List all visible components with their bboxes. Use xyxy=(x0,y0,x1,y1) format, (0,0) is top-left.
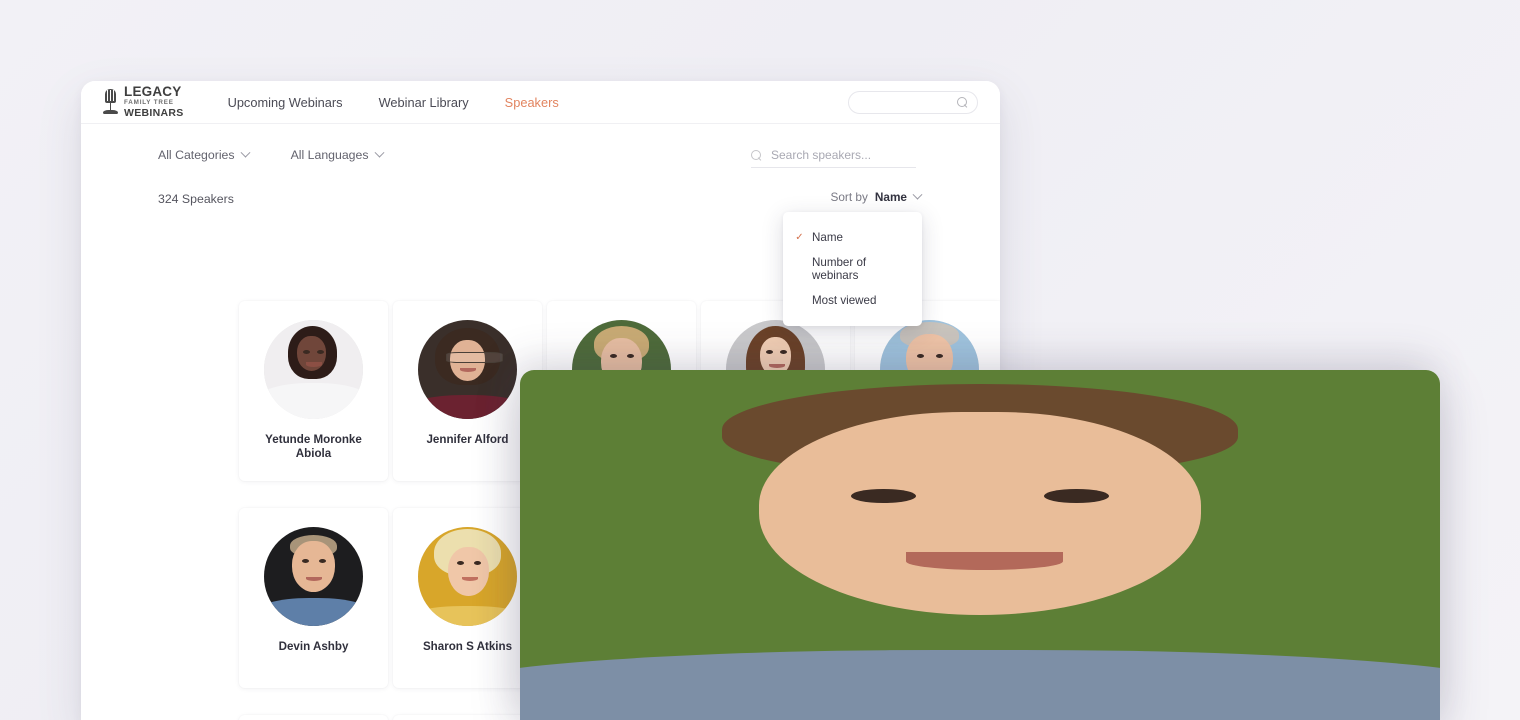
filter-all-categories-label: All Categories xyxy=(158,148,235,162)
brand-line-3: WEBINARS xyxy=(124,107,184,120)
sort-option-name-label: Name xyxy=(812,231,843,244)
nav-links: Upcoming Webinars Webinar Library Speake… xyxy=(228,95,559,110)
sort-by-label: Sort by xyxy=(830,190,868,204)
results-summary-row: 324 Speakers Sort by Name xyxy=(81,162,1000,206)
sort-option-name[interactable]: ✓ Name xyxy=(783,225,922,250)
filter-all-languages[interactable]: All Languages xyxy=(290,147,384,162)
brand-line-2: FAMILY TREE xyxy=(124,99,174,107)
global-search-input[interactable] xyxy=(848,90,978,114)
top-navbar: LEGACY FAMILY TREE WEBINARS Upcoming Web… xyxy=(81,81,1000,124)
chevron-down-icon xyxy=(240,147,251,158)
check-icon: ✓ xyxy=(795,231,804,243)
sort-option-number-of-webinars-label: Number of webinars xyxy=(812,256,867,282)
avatar xyxy=(418,320,517,419)
sort-option-number-of-webinars[interactable]: Number of webinars xyxy=(783,250,922,288)
nav-link-speakers[interactable]: Speakers xyxy=(505,95,559,110)
speaker-card[interactable]: Devin Ashby xyxy=(239,508,388,688)
speaker-card[interactable]: Yetunde Moronke Abiola xyxy=(239,301,388,481)
speaker-search-input[interactable] xyxy=(771,148,916,162)
speaker-card-name: Sharon S Atkins xyxy=(422,640,513,653)
speaker-avatar xyxy=(520,370,1440,720)
filter-all-languages-label: All Languages xyxy=(290,148,369,162)
avatar xyxy=(264,320,363,419)
microphone-icon xyxy=(103,88,118,115)
speaker-card-name: Yetunde Moronke Abiola xyxy=(265,433,362,460)
screen: LEGACY FAMILY TREE WEBINARS Upcoming Web… xyxy=(0,0,1520,720)
filter-all-categories[interactable]: All Categories xyxy=(158,147,251,162)
sort-option-most-viewed[interactable]: Most viewed xyxy=(783,288,922,313)
speaker-count: 324 Speakers xyxy=(158,192,234,206)
brand-line-1: LEGACY xyxy=(124,84,182,100)
speaker-card-name: Devin Ashby xyxy=(278,640,349,653)
speaker-card[interactable]: Jill Ball xyxy=(239,715,388,720)
chevron-down-icon xyxy=(912,189,923,200)
sort-by-value: Name xyxy=(874,190,907,204)
nav-link-webinar-library[interactable]: Webinar Library xyxy=(379,95,469,110)
avatar xyxy=(264,527,363,626)
nav-link-upcoming-webinars[interactable]: Upcoming Webinars xyxy=(228,95,343,110)
speaker-card-name: Jennifer Alford xyxy=(426,433,509,446)
sort-by-control[interactable]: Sort by Name xyxy=(830,189,923,204)
speaker-detail: Geoff Rasmussen DNA • MYHERITAGE • WATCH… xyxy=(520,370,1440,720)
brand-logo[interactable]: LEGACY FAMILY TREE WEBINARS xyxy=(103,85,184,118)
sort-dropdown-menu[interactable]: ✓ Name Number of webinars Most viewed xyxy=(783,212,922,326)
avatar xyxy=(418,527,517,626)
filter-bar: All Categories All Languages xyxy=(81,124,1000,168)
speaker-detail-window: LEGACY FAMILY TREE WEBINARS Upcoming Web… xyxy=(520,370,1440,720)
search-icon xyxy=(751,149,762,161)
sort-option-most-viewed-label: Most viewed xyxy=(812,294,877,307)
chevron-down-icon xyxy=(374,147,384,158)
search-icon xyxy=(957,96,968,108)
